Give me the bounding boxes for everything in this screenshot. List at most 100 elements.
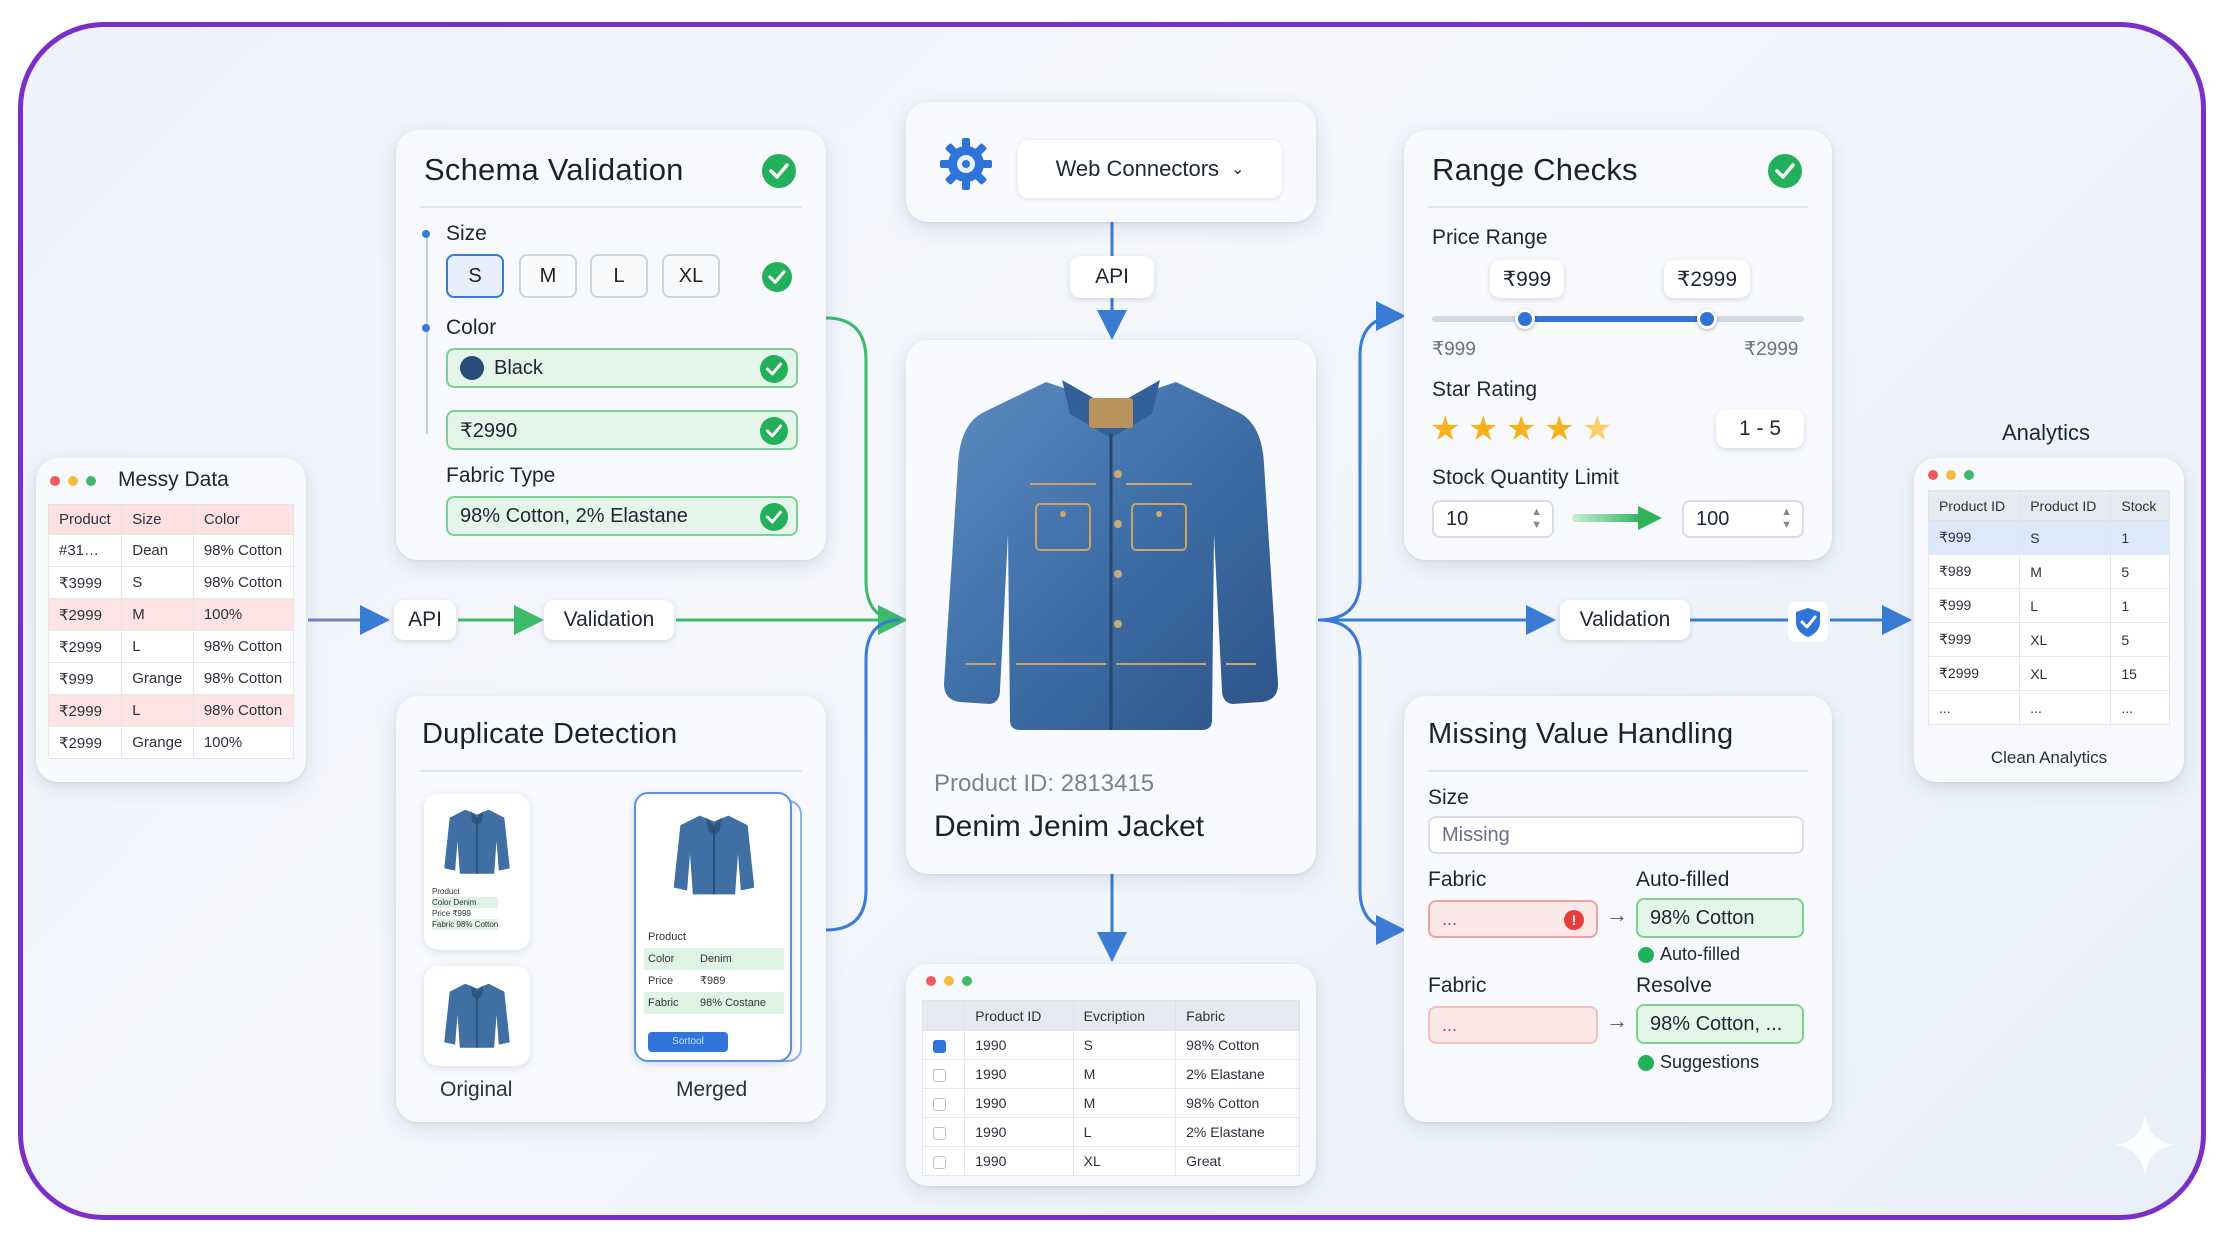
- original-label: Original: [440, 1078, 513, 1101]
- missing-divider: [1428, 770, 1808, 772]
- row-checkbox[interactable]: [933, 1039, 946, 1053]
- table-row[interactable]: 1990 S 98% Cotton: [921, 1030, 1300, 1060]
- chevron-down-icon: ⌄: [1231, 161, 1245, 178]
- check-circle-icon: [762, 262, 792, 292]
- price-axis-max: ₹2999: [1744, 339, 1799, 360]
- row-checkbox[interactable]: [933, 1155, 946, 1169]
- star-icon[interactable]: ★: [1468, 412, 1498, 446]
- arrow-right-icon: [1572, 506, 1662, 530]
- price-min-box[interactable]: ₹999: [1490, 260, 1564, 298]
- table-row[interactable]: 1990 M 2% Elastane: [921, 1059, 1300, 1089]
- table-row[interactable]: 1990 L 2% Elastane: [921, 1117, 1300, 1147]
- row-checkbox[interactable]: [933, 1126, 946, 1140]
- table-row: .........: [1927, 690, 2170, 725]
- stock-min-value: 10: [1446, 507, 1469, 530]
- table-row: ₹2999 L 98% Cotton: [47, 694, 295, 727]
- product-name: Denim Jenim Jacket: [934, 810, 1205, 843]
- price-slider-fill: [1525, 316, 1708, 322]
- check-circle-icon: [1638, 1054, 1654, 1071]
- api-pill: API: [394, 600, 456, 640]
- messy-data-card: Messy Data Product Size Color #31… Dean 98% C…: [36, 458, 306, 782]
- size-option-m[interactable]: M: [519, 254, 577, 298]
- jacket-icon: [673, 815, 755, 895]
- size-option-s[interactable]: S: [446, 254, 504, 298]
- schema-validation-title: Schema Validation: [424, 152, 684, 187]
- stock-min-stepper[interactable]: 10 ▲ ▼: [1432, 500, 1554, 538]
- price-range-label: Price Range: [1432, 226, 1548, 249]
- mv-fabric-error-field[interactable]: ... !: [1428, 900, 1598, 938]
- price-max-box[interactable]: ₹2999: [1664, 260, 1750, 298]
- rating-range-box[interactable]: 1 - 5: [1716, 410, 1804, 448]
- product-table: Product ID Evcription Fabric 1990 S 98% Cotto…: [921, 1000, 1300, 1176]
- price-field[interactable]: ₹2990: [446, 410, 798, 450]
- stock-quantity-label: Stock Quantity Limit: [1432, 466, 1619, 489]
- dropdown-label: Web Connectors: [1055, 156, 1220, 181]
- check-circle-icon: [760, 355, 788, 383]
- mv-autofilled-field[interactable]: 98% Cotton: [1636, 898, 1804, 938]
- price-slider-handle-min[interactable]: [1515, 309, 1535, 329]
- mv-size-field[interactable]: Missing: [1428, 816, 1804, 854]
- table-row: ₹989 M 5: [1927, 554, 2170, 589]
- mv-suggestions-status: Suggestions: [1638, 1052, 1759, 1073]
- stock-max-stepper[interactable]: 100 ▲ ▼: [1682, 500, 1804, 538]
- size-option-l[interactable]: L: [590, 254, 648, 298]
- star-icon[interactable]: ★: [1430, 412, 1460, 446]
- mv-fabric-label-2: Fabric: [1428, 974, 1487, 997]
- arrow-right-icon: →: [1606, 1008, 1628, 1033]
- mv-autofilled-status: Auto-filled: [1638, 944, 1740, 965]
- validation-pill-right: Validation: [1560, 600, 1690, 640]
- range-checks-title: Range Checks: [1432, 152, 1638, 187]
- jacket-icon: [444, 983, 510, 1048]
- star-rating-label: Star Rating: [1432, 378, 1538, 401]
- duplicate-thumb-2: [424, 966, 530, 1066]
- row-checkbox[interactable]: [933, 1068, 946, 1082]
- table-row: ₹2999 Grange 100%: [47, 726, 295, 759]
- check-circle-icon: [762, 154, 796, 188]
- mv-autofilled-label: Auto-filled: [1636, 868, 1730, 891]
- messy-data-table: Product Size Color #31… Dean 98% Cotton ₹3999 S…: [47, 504, 295, 759]
- merged-row: Color Denim: [644, 948, 784, 970]
- fabric-type-label: Fabric Type: [446, 464, 556, 487]
- web-connectors-dropdown[interactable]: Web Connectors ⌄: [1018, 140, 1282, 198]
- check-circle-icon: [760, 503, 788, 531]
- tree-dot: [422, 324, 430, 332]
- tree-dot: [422, 230, 430, 238]
- mv-resolve-label: Resolve: [1636, 974, 1712, 997]
- table-row[interactable]: 1990 XL Great: [921, 1146, 1300, 1176]
- validation-pill-left: Validation: [544, 600, 674, 640]
- table-header-row: Product Size Color: [47, 504, 295, 535]
- color-swatch: [460, 356, 484, 380]
- merged-action-button[interactable]: Sortool: [648, 1032, 728, 1052]
- mv-size-value: Missing: [1442, 823, 1510, 846]
- error-icon: !: [1564, 910, 1584, 930]
- analytics-footer: Clean Analytics: [1990, 748, 2108, 767]
- analytics-table: Product ID Product ID Stock ₹999 S 1 ₹989 M 5 ₹99…: [1927, 490, 2170, 725]
- price-value: ₹2990: [460, 419, 518, 442]
- star-icon[interactable]: ★: [1544, 412, 1574, 446]
- table-row: ₹999 Grange 98% Cotton: [47, 662, 295, 695]
- star-icon[interactable]: ★: [1582, 412, 1612, 446]
- analytics-title: Analytics: [2002, 420, 2091, 445]
- size-option-xl[interactable]: XL: [662, 254, 720, 298]
- table-row[interactable]: 1990 M 98% Cotton: [921, 1088, 1300, 1118]
- sparkle-icon: [2114, 1114, 2176, 1176]
- row-checkbox[interactable]: [933, 1097, 946, 1111]
- price-axis-min: ₹999: [1432, 339, 1476, 360]
- product-id: Product ID: 2813415: [934, 770, 1155, 797]
- table-row: ₹999 XL 5: [1927, 622, 2170, 657]
- mv-resolve-field[interactable]: 98% Cotton, ...: [1636, 1004, 1804, 1044]
- color-field[interactable]: Black: [446, 348, 798, 388]
- merged-row: Price ₹989: [648, 975, 726, 987]
- duplicate-thumb-1: Product Color Denim Price ₹999 Fabric 98…: [424, 794, 530, 950]
- table-row: ₹999 S 1: [1927, 520, 2170, 555]
- gear-icon: [940, 138, 992, 190]
- range-divider: [1428, 206, 1808, 208]
- star-icon[interactable]: ★: [1506, 412, 1536, 446]
- messy-data-title: Messy Data: [118, 468, 229, 491]
- arrow-right-icon: →: [1606, 902, 1628, 927]
- fabric-type-field[interactable]: 98% Cotton, 2% Elastane: [446, 496, 798, 536]
- api-pill-top: API: [1070, 256, 1154, 298]
- fabric-type-value: 98% Cotton, 2% Elastane: [460, 504, 688, 527]
- mv-fabric-field-2[interactable]: ...: [1428, 1006, 1598, 1044]
- stock-max-value: 100: [1696, 507, 1730, 530]
